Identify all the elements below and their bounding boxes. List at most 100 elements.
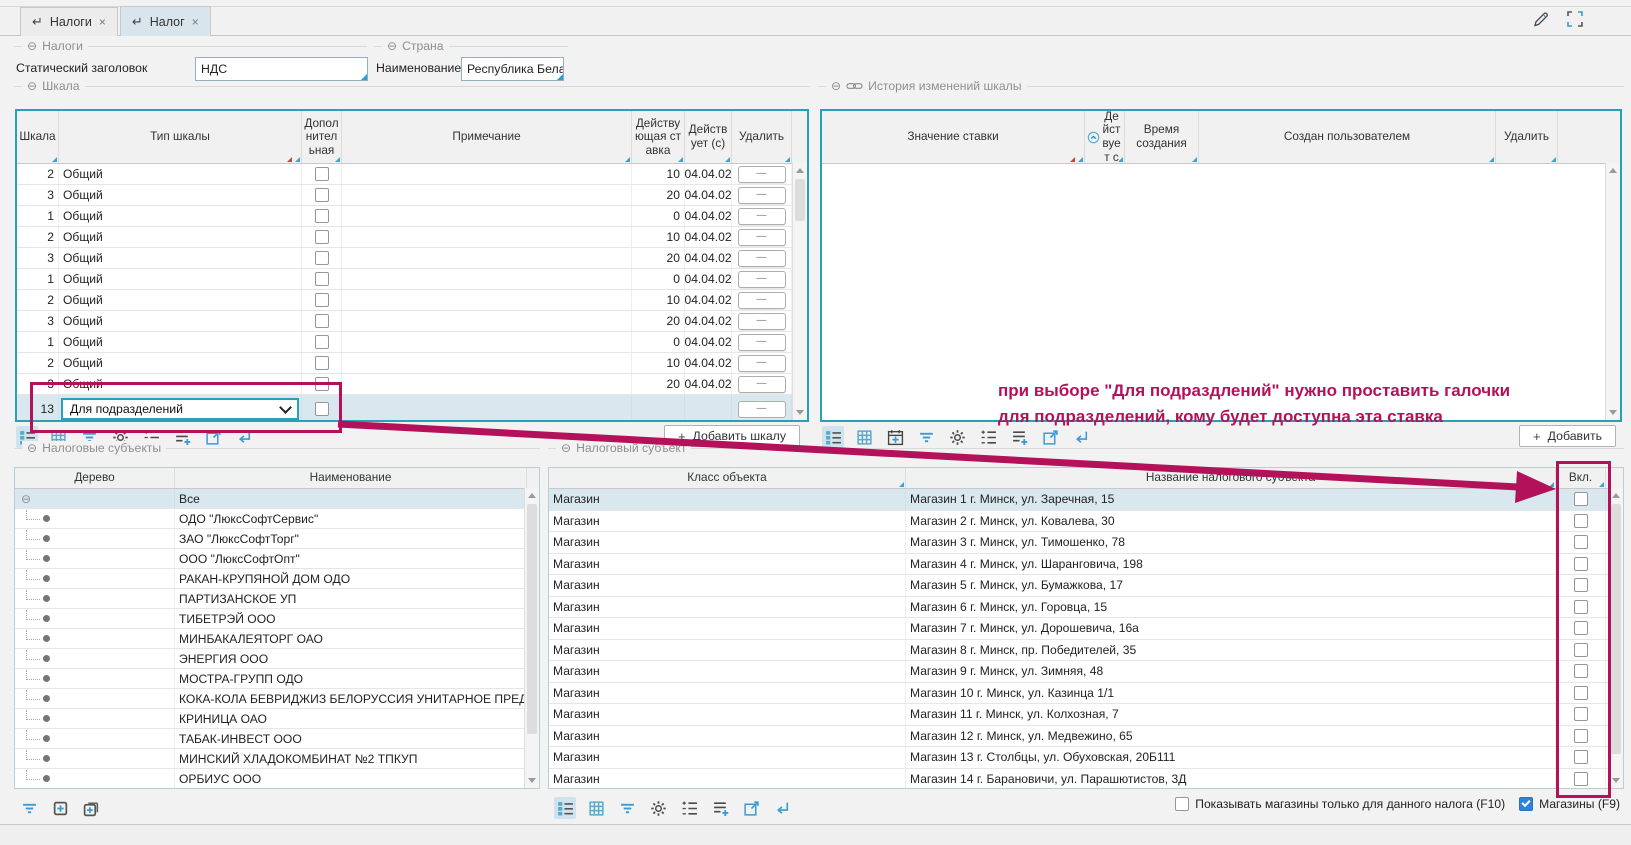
tax-subjects-row[interactable]: ТИБЕТРЭЙ ООО xyxy=(15,609,539,629)
numbered-list-icon[interactable] xyxy=(678,797,700,819)
delete-row-button[interactable]: — xyxy=(738,229,786,246)
tax-subject-row[interactable]: МагазинМагазин 3 г. Минск, ул. Тимошенко… xyxy=(549,532,1623,554)
tax-subjects-row[interactable]: МИНСКИЙ ХЛАДОКОМБИНАТ №2 ТПКУП xyxy=(15,749,539,769)
column-header-from[interactable]: Действует (с) xyxy=(685,111,732,163)
column-header-rate-value[interactable]: Значение ставки xyxy=(822,111,1085,163)
tax-subjects-row[interactable]: ООО "ЛюксСофтОпт" xyxy=(15,549,539,569)
column-header-name[interactable]: Наименование xyxy=(175,468,527,488)
delete-row-button[interactable]: — xyxy=(738,292,786,309)
gear-icon[interactable] xyxy=(946,426,968,448)
delete-row-button[interactable]: — xyxy=(738,166,786,183)
view-list-icon[interactable] xyxy=(822,426,844,448)
column-header-delete[interactable]: Удалить xyxy=(1496,111,1558,163)
shops-checkbox[interactable] xyxy=(1519,797,1533,811)
open-external-icon[interactable] xyxy=(740,797,762,819)
collapse-icon[interactable]: ⊖ xyxy=(21,492,31,506)
scale-table-row[interactable]: 2Общий1004.04.02— xyxy=(17,353,807,374)
extra-checkbox[interactable] xyxy=(315,209,329,223)
extra-checkbox[interactable] xyxy=(315,314,329,328)
add-history-button[interactable]: + Добавить xyxy=(1519,425,1616,447)
filter-icon[interactable] xyxy=(915,426,937,448)
column-header-num[interactable]: Шкала xyxy=(17,111,59,163)
tax-subjects-row[interactable]: МОСТРА-ГРУПП ОДО xyxy=(15,669,539,689)
scale-table-row[interactable]: 3Общий2004.04.02— xyxy=(17,185,807,206)
tax-subjects-row[interactable]: МИНБАКАЛЕЯТОРГ ОАО xyxy=(15,629,539,649)
extra-checkbox[interactable] xyxy=(315,272,329,286)
scale-table-row[interactable]: 1Общий004.04.02— xyxy=(17,269,807,290)
tax-subject-row[interactable]: МагазинМагазин 14 г. Барановичи, ул. Пар… xyxy=(549,769,1623,790)
scale-table-row[interactable]: 2Общий1004.04.02— xyxy=(17,164,807,185)
collapse-icon[interactable]: ⊖ xyxy=(387,39,397,53)
delete-row-button[interactable]: — xyxy=(738,313,786,330)
collapse-icon[interactable]: ⊖ xyxy=(561,441,571,455)
tax-subjects-row[interactable]: ОРБИУС ООО xyxy=(15,769,539,789)
numbered-list-icon[interactable] xyxy=(977,426,999,448)
tab-nalog[interactable]: ↵ Налог × xyxy=(120,6,211,36)
expand-all-icon[interactable] xyxy=(80,797,102,819)
tax-subject-row[interactable]: МагазинМагазин 6 г. Минск, ул. Горовца, … xyxy=(549,597,1623,619)
scale-table-row[interactable]: 2Общий1004.04.02— xyxy=(17,290,807,311)
tax-subject-row[interactable]: МагазинМагазин 13 г. Столбцы, ул. Обухов… xyxy=(549,747,1623,769)
collapse-icon[interactable]: ⊖ xyxy=(27,39,37,53)
tab-nalogi[interactable]: ↵ Налоги × xyxy=(20,7,118,36)
delete-row-button[interactable]: — xyxy=(738,208,786,225)
tax-subjects-row[interactable]: ЗАО "ЛюксСофтТорг" xyxy=(15,529,539,549)
collapse-icon[interactable]: ⊖ xyxy=(27,441,37,455)
vertical-scrollbar[interactable] xyxy=(524,488,539,788)
tax-subject-row[interactable]: МагазинМагазин 5 г. Минск, ул. Бумажкова… xyxy=(549,575,1623,597)
tree-root-row[interactable]: ⊖ Все xyxy=(15,489,539,509)
extra-checkbox[interactable] xyxy=(315,293,329,307)
tax-subjects-row[interactable]: ОДО "ЛюксСофтСервис" xyxy=(15,509,539,529)
vertical-scrollbar[interactable] xyxy=(1605,163,1620,420)
tax-subject-row[interactable]: МагазинМагазин 8 г. Минск, пр. Победител… xyxy=(549,640,1623,662)
column-header-subject-name[interactable]: Название налогового субъекта xyxy=(906,468,1556,488)
extra-checkbox[interactable] xyxy=(315,188,329,202)
view-list-icon[interactable] xyxy=(554,797,576,819)
tax-subject-row[interactable]: МагазинМагазин 4 г. Минск, ул. Шарангови… xyxy=(549,554,1623,576)
add-to-list-icon[interactable] xyxy=(709,797,731,819)
column-header-created[interactable]: Время создания xyxy=(1125,111,1199,163)
close-icon[interactable]: × xyxy=(99,15,106,29)
filter-icon[interactable] xyxy=(18,797,40,819)
view-grid-icon[interactable] xyxy=(853,426,875,448)
calendar-icon[interactable] xyxy=(884,426,906,448)
column-header-valid-from[interactable]: Действует с xyxy=(1085,111,1125,163)
tax-subject-row[interactable]: МагазинМагазин 1 г. Минск, ул. Заречная,… xyxy=(549,489,1623,511)
tax-subject-row[interactable]: МагазинМагазин 11 г. Минск, ул. Колхозна… xyxy=(549,704,1623,726)
extra-checkbox[interactable] xyxy=(315,167,329,181)
tax-subject-row[interactable]: МагазинМагазин 9 г. Минск, ул. Зимняя, 4… xyxy=(549,661,1623,683)
tax-subjects-row[interactable]: ПАРТИЗАНСКОЕ УП xyxy=(15,589,539,609)
static-title-input[interactable]: НДС xyxy=(195,57,368,81)
extra-checkbox[interactable] xyxy=(315,251,329,265)
scale-table-row[interactable]: 1Общий004.04.02— xyxy=(17,332,807,353)
delete-row-button[interactable]: — xyxy=(738,401,786,418)
extra-checkbox[interactable] xyxy=(315,335,329,349)
scale-table-row[interactable]: 2Общий1004.04.02— xyxy=(17,227,807,248)
refresh-icon[interactable] xyxy=(771,797,793,819)
collapse-icon[interactable]: ⊖ xyxy=(831,79,841,93)
delete-row-button[interactable]: — xyxy=(738,271,786,288)
tax-subjects-row[interactable]: КРИНИЦА ОАО xyxy=(15,709,539,729)
scale-table-row[interactable]: 1Общий004.04.02— xyxy=(17,206,807,227)
delete-row-button[interactable]: — xyxy=(738,376,786,393)
country-name-input[interactable]: Республика Белар xyxy=(461,57,564,81)
tax-subjects-row[interactable]: ТАБАК-ИНВЕСТ ООО xyxy=(15,729,539,749)
column-header-delete[interactable]: Удалить xyxy=(732,111,792,163)
delete-row-button[interactable]: — xyxy=(738,334,786,351)
tax-subject-row[interactable]: МагазинМагазин 10 г. Минск, ул. Казинца … xyxy=(549,683,1623,705)
filter-icon[interactable] xyxy=(616,797,638,819)
column-header-rate[interactable]: Действующая ставка xyxy=(632,111,685,163)
delete-row-button[interactable]: — xyxy=(738,355,786,372)
column-header-type[interactable]: Тип шкалы xyxy=(59,111,302,163)
column-header-extra[interactable]: Дополнительная xyxy=(302,111,342,163)
tax-subject-row[interactable]: МагазинМагазин 12 г. Минск, ул. Медвежин… xyxy=(549,726,1623,748)
tax-subjects-row[interactable]: ЭНЕРГИЯ ООО xyxy=(15,649,539,669)
scale-table-row[interactable]: 3Общий2004.04.02— xyxy=(17,248,807,269)
show-shops-only-checkbox[interactable] xyxy=(1175,797,1189,811)
collapse-icon[interactable]: ⊖ xyxy=(27,79,37,93)
tax-subjects-row[interactable]: КОКА-КОЛА БЕВРИДЖИЗ БЕЛОРУССИЯ УНИТАРНОЕ… xyxy=(15,689,539,709)
sort-ascending-icon[interactable] xyxy=(1087,131,1100,144)
close-icon[interactable]: × xyxy=(192,15,199,29)
extra-checkbox[interactable] xyxy=(315,230,329,244)
pencil-icon[interactable] xyxy=(1531,9,1551,29)
